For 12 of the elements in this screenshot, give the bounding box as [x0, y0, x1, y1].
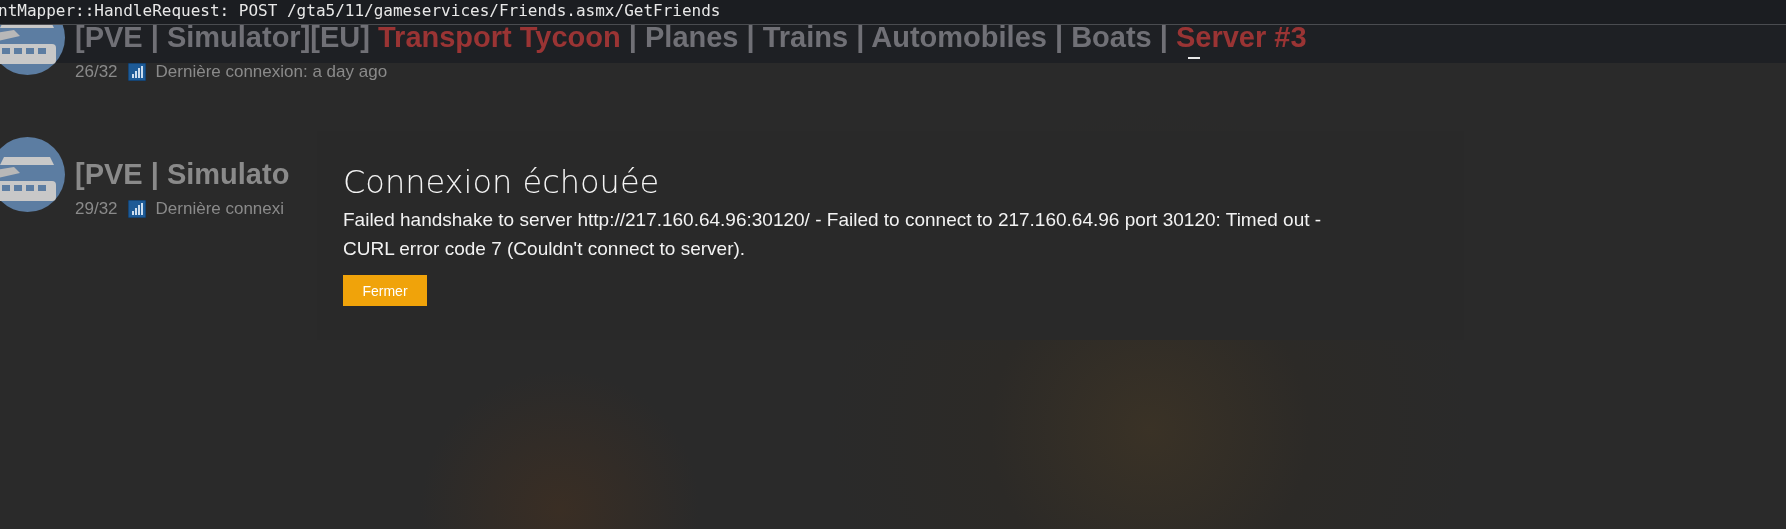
signal-icon: [127, 200, 146, 218]
player-count: 26/32: [75, 62, 118, 82]
close-button[interactable]: Fermer: [343, 275, 427, 306]
server-avatar-icon: [0, 137, 65, 212]
dialog-title: Connexion échouée: [343, 162, 660, 203]
server-title: [PVE | Simulato: [75, 157, 290, 191]
last-connection-text: Dernière connexion: a day ago: [155, 62, 388, 82]
signal-icon: [127, 63, 146, 81]
error-message: Failed handshake to server http://217.160.64.96:30120/ - Failed to connect to 217.160.64.96 port 30120: Timed out - CURL error code 7 (Couldn't connect to server).: [343, 208, 1323, 261]
text-cursor: [1188, 57, 1200, 59]
last-connection-text: Dernière connexi: [155, 199, 285, 219]
player-count: 29/32: [75, 199, 118, 219]
